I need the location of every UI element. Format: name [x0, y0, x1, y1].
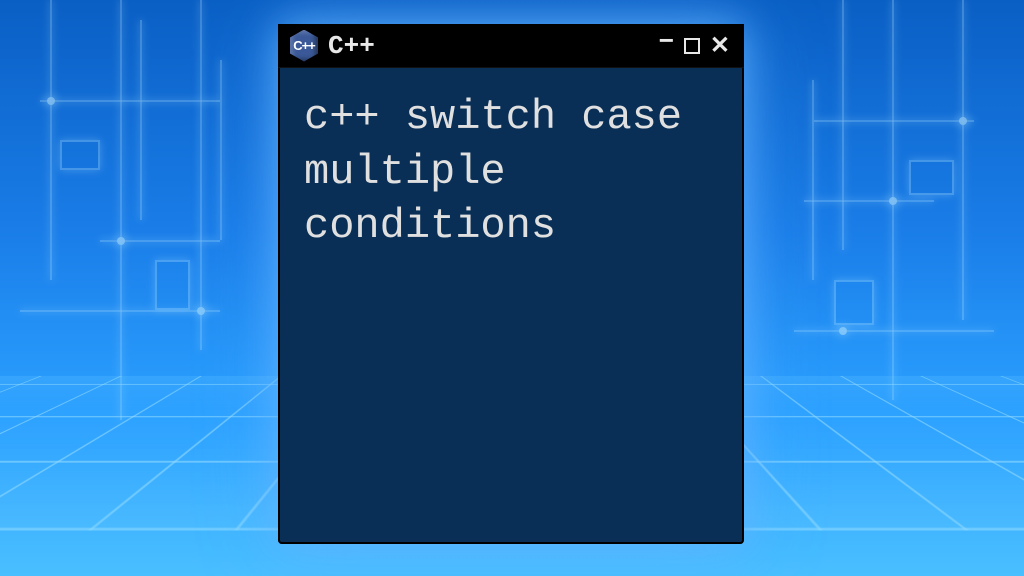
cpp-icon-label: C++: [293, 38, 315, 53]
terminal-content: c++ switch case multiple conditions: [304, 90, 718, 254]
maximize-button[interactable]: [684, 38, 700, 54]
window-titlebar[interactable]: C++ C++ − ✕: [278, 24, 744, 68]
terminal-window: C++ C++ − ✕ c++ switch case multiple con…: [278, 24, 744, 544]
cpp-app-icon: C++: [290, 30, 318, 62]
window-title: C++: [328, 31, 657, 61]
terminal-body[interactable]: c++ switch case multiple conditions: [278, 68, 744, 544]
close-button[interactable]: ✕: [708, 32, 732, 60]
window-controls: − ✕: [657, 31, 732, 61]
minimize-button[interactable]: −: [657, 25, 676, 55]
